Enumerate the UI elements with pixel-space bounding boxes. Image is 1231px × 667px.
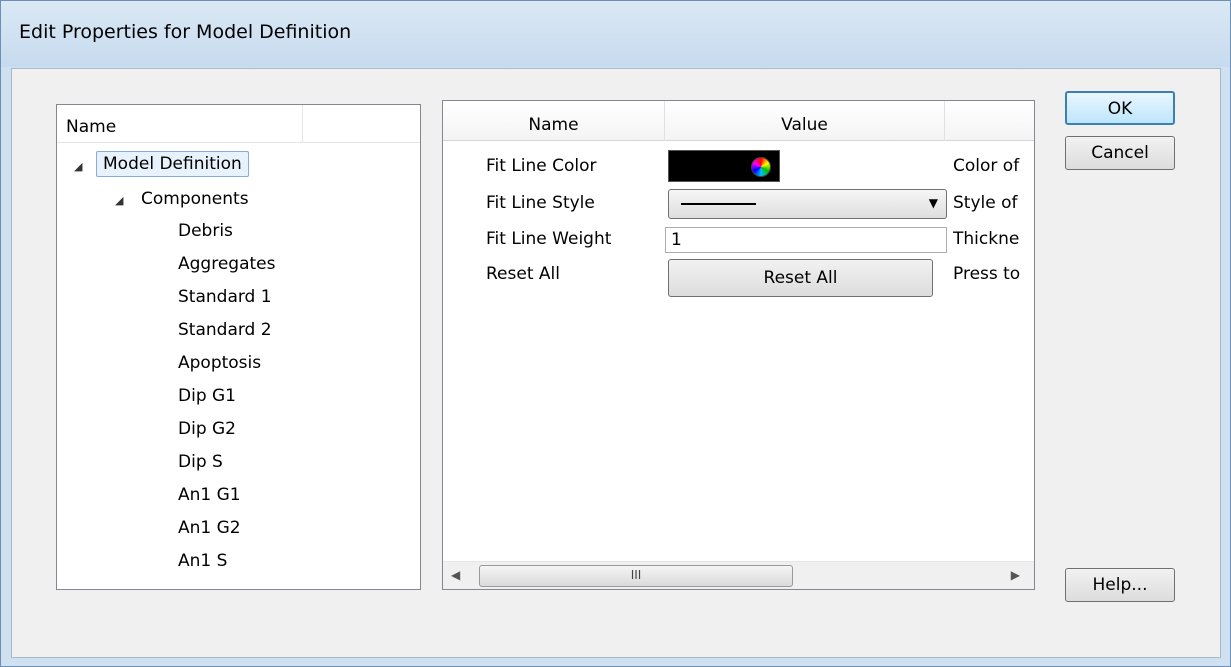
scrollbar-thumb[interactable]: III	[479, 565, 793, 587]
tree-item-label: An1 G2	[178, 518, 241, 538]
fit-line-color-picker[interactable]	[668, 150, 780, 182]
tree-item-label: An1 G1	[178, 485, 241, 505]
tree-item-label: Aggregates	[178, 254, 276, 274]
scroll-left-arrow-icon[interactable]: ◀	[451, 568, 460, 582]
column-header-description[interactable]	[945, 101, 1035, 141]
tree-item-label: Standard 1	[178, 287, 272, 307]
tree-column-blank[interactable]	[303, 105, 421, 143]
column-header-value[interactable]: Value	[665, 101, 945, 141]
tree-item-label: Apoptosis	[178, 353, 262, 373]
property-grid[interactable]: Name Value Fit Line Color Color of Fit L…	[442, 100, 1035, 590]
fit-line-style-dropdown[interactable]: ▼	[668, 189, 947, 219]
tree-item-label: Dip S	[178, 452, 223, 472]
expand-arrow-icon[interactable]: ◢	[74, 160, 82, 173]
property-name-fit-line-weight: Fit Line Weight	[486, 229, 612, 249]
tree-item-label: Standard 2	[178, 320, 272, 340]
column-header-name[interactable]: Name	[443, 101, 665, 141]
dropdown-arrow-icon[interactable]: ▼	[929, 196, 938, 210]
tree-item-label: An1 S	[178, 551, 228, 571]
tree-item-label: Model Definition	[96, 151, 249, 177]
property-description: Press to	[953, 264, 1021, 284]
expand-arrow-icon[interactable]: ◢	[115, 194, 123, 207]
scroll-right-arrow-icon[interactable]: ▶	[1011, 568, 1020, 582]
tree-item-label: Dip G2	[178, 419, 236, 439]
property-description: Thickne	[953, 229, 1020, 249]
tree-item-label: Components	[141, 189, 249, 209]
tree-header: Name	[57, 105, 420, 143]
component-tree[interactable]: Name ◢ Model Definition ◢ Components Deb…	[56, 104, 421, 590]
fit-line-weight-input[interactable]	[665, 227, 947, 253]
scroll-grip: III	[630, 568, 642, 582]
tree-item-label: Debris	[178, 221, 233, 241]
help-button[interactable]: Help...	[1065, 568, 1175, 602]
dialog-client-area: Name ◢ Model Definition ◢ Components Deb…	[11, 68, 1221, 658]
tree-column-name[interactable]: Name	[57, 105, 303, 143]
property-name-fit-line-color: Fit Line Color	[486, 156, 597, 176]
title-bar[interactable]: Edit Properties for Model Definition	[1, 1, 1230, 67]
property-description: Color of	[953, 156, 1020, 176]
ok-button[interactable]: OK	[1065, 91, 1175, 125]
dialog-title: Edit Properties for Model Definition	[19, 21, 352, 43]
tree-item-label: Dip G1	[178, 386, 236, 406]
property-name-reset-all: Reset All	[486, 264, 560, 284]
solid-line-icon	[681, 203, 756, 205]
horizontal-scrollbar[interactable]: ◀ III ▶	[443, 561, 1034, 589]
reset-all-button[interactable]: Reset All	[668, 259, 933, 297]
property-grid-header: Name Value	[443, 101, 1034, 141]
dialog-window: Edit Properties for Model Definition Nam…	[0, 0, 1231, 667]
cancel-button[interactable]: Cancel	[1065, 136, 1175, 170]
property-description: Style of	[953, 193, 1018, 213]
color-wheel-icon[interactable]	[751, 157, 771, 177]
property-name-fit-line-style: Fit Line Style	[486, 193, 595, 213]
